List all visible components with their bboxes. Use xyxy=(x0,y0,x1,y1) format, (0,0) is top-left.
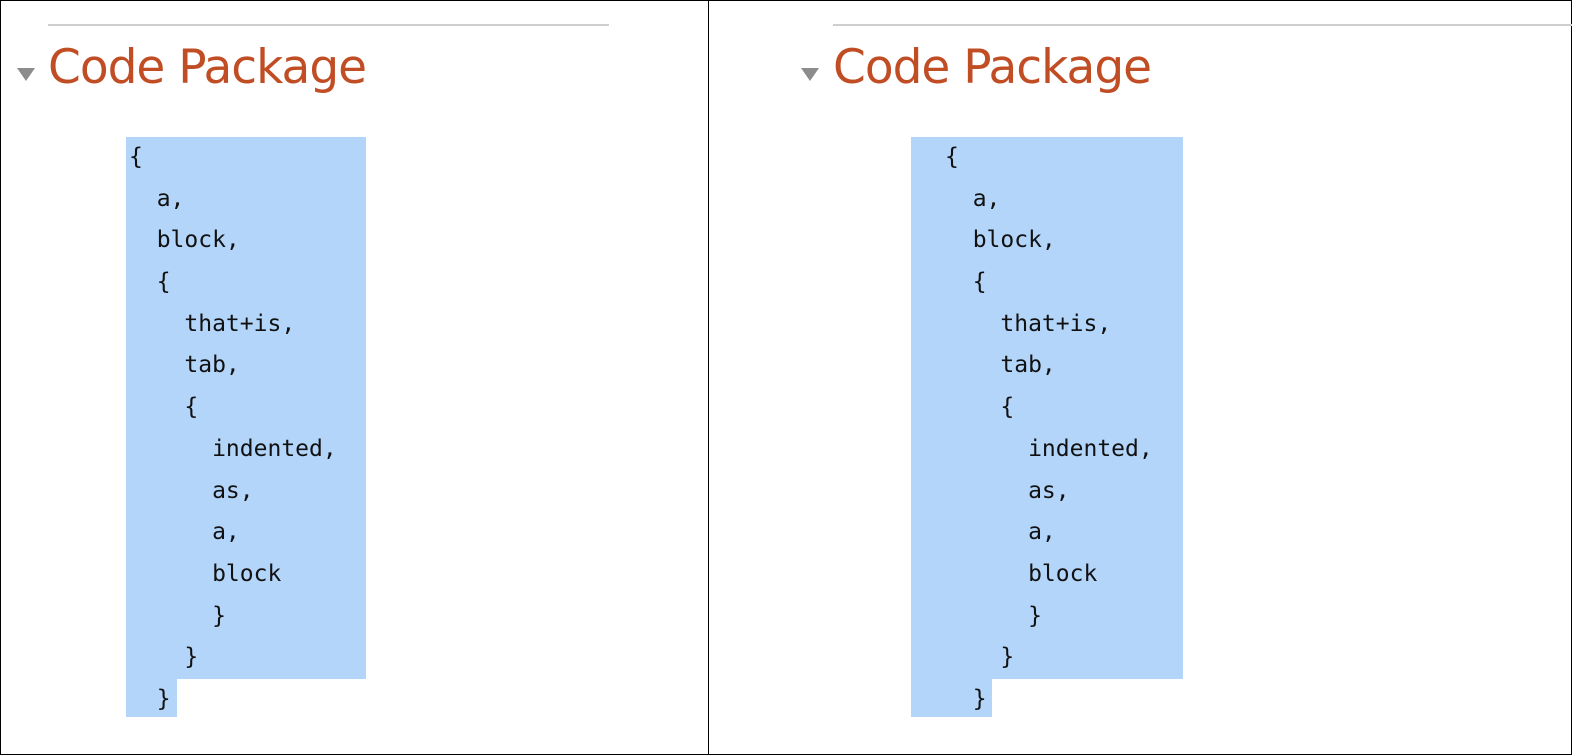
code-line: tab, xyxy=(129,352,240,379)
section-heading: Code Package xyxy=(833,40,1152,95)
top-rule xyxy=(833,24,1572,26)
disclosure-triangle-icon[interactable] xyxy=(17,68,35,81)
code-block[interactable]: { a, block, { that+is, tab, { indented, … xyxy=(129,137,337,721)
disclosure-triangle-icon[interactable] xyxy=(801,68,819,81)
section-heading: Code Package xyxy=(48,40,367,95)
code-line: as, xyxy=(945,477,1070,504)
code-line: a, xyxy=(945,185,1001,212)
code-line: } xyxy=(945,644,1015,671)
code-line: { xyxy=(945,144,959,170)
top-rule xyxy=(48,24,609,26)
code-line: { xyxy=(129,269,171,296)
code-line: { xyxy=(945,269,987,296)
code-line: } xyxy=(945,602,1042,629)
code-line: a, xyxy=(129,519,240,546)
code-line: } xyxy=(129,602,226,629)
code-line: tab, xyxy=(945,352,1056,379)
code-line: { xyxy=(129,394,199,421)
code-line: a, xyxy=(945,519,1056,546)
code-line: { xyxy=(129,144,143,170)
code-line: that+is, xyxy=(129,310,296,337)
code-line: block, xyxy=(945,227,1056,254)
code-line: } xyxy=(129,685,171,712)
code-line: indented, xyxy=(945,435,1153,462)
code-line: block xyxy=(129,560,282,587)
code-line: indented, xyxy=(129,435,337,462)
code-line: block xyxy=(945,560,1098,587)
code-line: a, xyxy=(129,185,185,212)
code-line: { xyxy=(945,394,1015,421)
right-panel: Code Package { a, block, { that+is, tab,… xyxy=(709,0,1572,755)
code-line: that+is, xyxy=(945,310,1112,337)
code-line: } xyxy=(945,685,987,712)
left-panel: Code Package { a, block, { that+is, tab,… xyxy=(0,0,708,755)
code-line: block, xyxy=(129,227,240,254)
code-line: as, xyxy=(129,477,254,504)
code-block[interactable]: { a, block, { that+is, tab, { indented, … xyxy=(945,137,1153,721)
code-line: } xyxy=(129,644,199,671)
